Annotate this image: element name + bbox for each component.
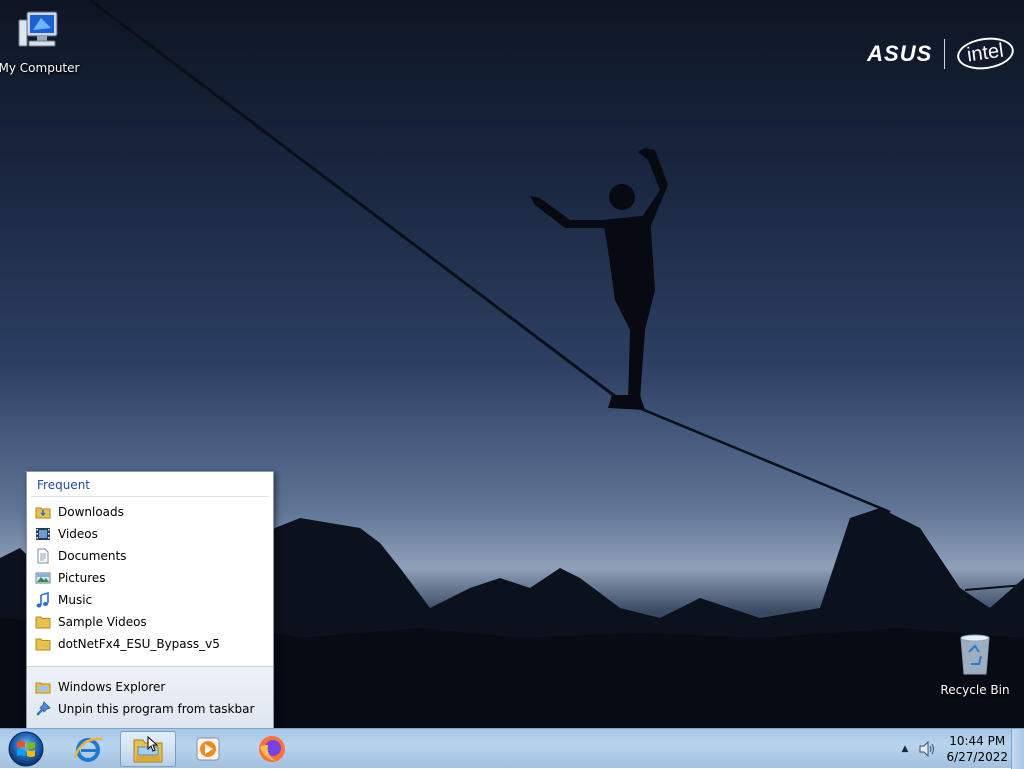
- jump-list-item-label: Music: [58, 593, 93, 607]
- jump-list-item-dotnetfx4[interactable]: dotNetFx4_ESU_Bypass_v5: [27, 633, 273, 655]
- jump-list-item-label: Videos: [58, 527, 98, 541]
- clock[interactable]: 10:44 PM 6/27/2022: [946, 733, 1008, 765]
- start-button[interactable]: [6, 730, 46, 768]
- volume-icon[interactable]: [918, 741, 936, 757]
- jump-list-item-label: Documents: [58, 549, 127, 563]
- jump-list-section-title: Frequent: [31, 472, 269, 497]
- taskbar: ▲ 10:44 PM 6/27/2022: [0, 728, 1024, 769]
- show-hidden-icons-button[interactable]: ▲: [902, 744, 909, 754]
- jump-list-item-documents[interactable]: Documents: [27, 545, 273, 567]
- desktop-icon-my-computer[interactable]: My Computer: [0, 8, 81, 75]
- intel-logo: intel: [955, 34, 1016, 73]
- jump-list-item-label: Sample Videos: [58, 615, 147, 629]
- windows-explorer-icon: [35, 682, 51, 694]
- taskbar-windows-explorer[interactable]: [120, 731, 176, 767]
- jump-list-item-videos[interactable]: Videos: [27, 523, 273, 545]
- desktop-icon-recycle-bin[interactable]: Recycle Bin: [933, 630, 1017, 697]
- brand-logos: ASUS intel: [867, 34, 1016, 73]
- jump-list-item-music[interactable]: Music: [27, 589, 273, 611]
- jump-list-frequent: Downloads Videos Documents Pictures Musi…: [27, 501, 273, 655]
- jump-list-item-sample-videos[interactable]: Sample Videos: [27, 611, 273, 633]
- clock-date: 6/27/2022: [946, 750, 1008, 764]
- system-tray: ▲ 10:44 PM 6/27/2022: [902, 729, 1008, 769]
- jump-list-item-pictures[interactable]: Pictures: [27, 567, 273, 589]
- jump-list-action-unpin[interactable]: Unpin this program from taskbar: [27, 698, 273, 720]
- desktop: ASUS intel My Computer Recycle Bin Frequ…: [0, 0, 1024, 728]
- clock-time: 10:44 PM: [949, 734, 1006, 748]
- unpin-icon: [36, 701, 51, 716]
- internet-explorer-icon: [73, 737, 103, 762]
- folder-icon: [35, 638, 51, 651]
- videos-library-icon: [36, 528, 50, 540]
- desktop-icon-label: Recycle Bin: [940, 683, 1010, 697]
- recycle-bin-icon: [960, 634, 990, 675]
- taskbar-internet-explorer[interactable]: [60, 731, 116, 767]
- downloads-folder-icon: [35, 507, 51, 519]
- brand-separator: [944, 38, 946, 69]
- computer-icon: [18, 11, 58, 47]
- jump-list-tasks: Windows Explorer Unpin this program from…: [27, 676, 273, 720]
- documents-library-icon: [37, 548, 49, 564]
- taskbar-firefox[interactable]: [244, 731, 300, 767]
- taskbar-media-player[interactable]: [180, 731, 236, 767]
- wallpaper-silhouette: [530, 148, 668, 410]
- jump-list-action-label: Windows Explorer: [58, 680, 166, 694]
- asus-logo: ASUS: [867, 40, 933, 66]
- jump-list-action-windows-explorer[interactable]: Windows Explorer: [27, 676, 273, 698]
- jump-list-item-label: Downloads: [58, 505, 124, 519]
- jump-list-item-downloads[interactable]: Downloads: [27, 501, 273, 523]
- mouse-cursor-icon: [147, 736, 159, 752]
- jump-list-item-label: dotNetFx4_ESU_Bypass_v5: [58, 637, 220, 651]
- desktop-icon-label: My Computer: [0, 61, 80, 75]
- folder-icon: [35, 616, 51, 629]
- pictures-library-icon: [35, 572, 51, 584]
- music-library-icon: [36, 592, 49, 608]
- jump-list-action-label: Unpin this program from taskbar: [58, 702, 255, 716]
- media-player-icon: [196, 737, 220, 761]
- jump-list-item-label: Pictures: [58, 571, 106, 585]
- firefox-icon: [259, 736, 285, 762]
- jump-list: Frequent Downloads Videos Documents Pict…: [26, 471, 274, 728]
- show-desktop-button[interactable]: [1011, 729, 1024, 769]
